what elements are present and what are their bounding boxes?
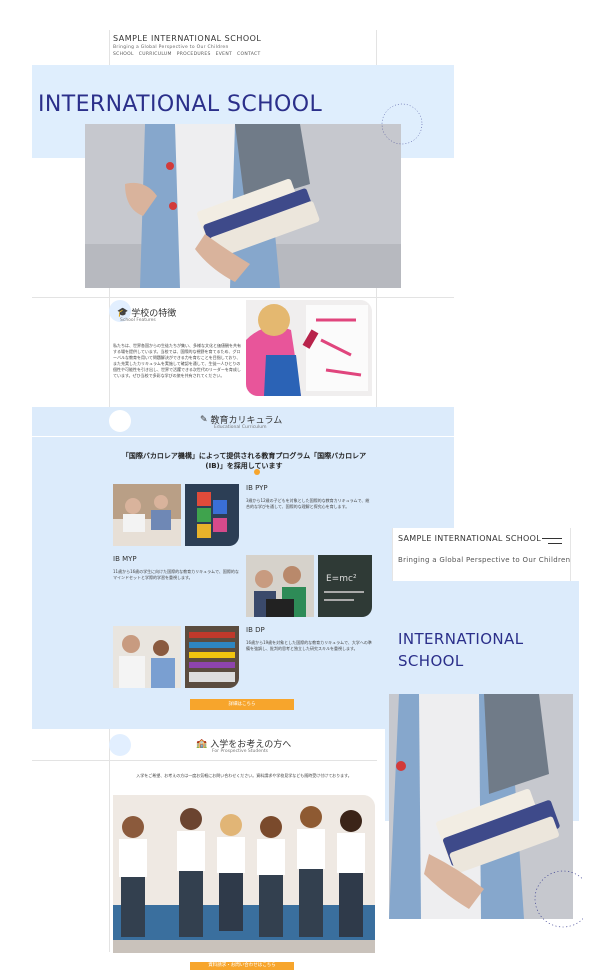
pyp-photo-2	[185, 484, 239, 546]
ib-pyp-desc: 3歳から12歳の子どもを対象とした国際的な教育カリキュラムで、総合的な学びを通し…	[246, 498, 370, 509]
prospective-text: 入学をご希望、お考えの方は一度お気軽にお問い合わせください。資料請求や学校見学な…	[136, 773, 352, 778]
prospective-deco-circle	[109, 734, 131, 756]
hamburger-menu-icon[interactable]	[542, 538, 562, 546]
nav-procedures[interactable]: PROCEDURES	[177, 52, 211, 57]
guide-line-top	[32, 297, 454, 298]
ib-myp-title: IB MYP	[113, 555, 137, 563]
features-text: 私たちは、世界各国からの生徒たちが集い、多様な文化と価値観を共有する場を提供して…	[113, 343, 241, 378]
dp-photo-1	[113, 626, 181, 688]
site-title[interactable]: SAMPLE INTERNATIONAL SCHOOL	[113, 34, 261, 43]
curriculum-details-button[interactable]: 詳細はこちら	[190, 699, 294, 710]
rotating-circle-text	[381, 103, 423, 145]
ib-dp-title: IB DP	[246, 626, 265, 634]
svg-text:E=mc²: E=mc²	[326, 574, 357, 584]
nav-curriculum[interactable]: CURRICULUM	[139, 52, 172, 57]
nav-contact[interactable]: CONTACT	[237, 52, 260, 57]
site-header: SAMPLE INTERNATIONAL SCHOOL Bringing a G…	[113, 34, 261, 50]
hero-photo-student-with-books	[85, 124, 401, 288]
dp-photo-2	[185, 626, 239, 688]
mobile-site-tagline: Bringing a Global Perspective to Our Chi…	[398, 556, 571, 564]
school-building-icon: 🏫	[196, 738, 208, 749]
curriculum-headline: 「国際バカロレア機構」によって提供される教育プログラム「国際バカロレア (IB)…	[121, 452, 367, 470]
nav-school[interactable]: SCHOOL	[113, 52, 134, 57]
pencil-icon: ✎	[200, 414, 208, 425]
mobile-rotating-circle-text	[534, 870, 583, 928]
prospective-photo-children	[113, 795, 375, 953]
prospective-subtitle: For Prospective Students	[212, 749, 268, 754]
myp-photo-2: E=mc²	[318, 555, 372, 617]
guide-line-curriculum	[32, 436, 454, 437]
guide-line-mid	[32, 760, 377, 761]
main-nav: SCHOOL CURRICULUM PROCEDURES EVENT CONTA…	[113, 52, 261, 57]
pyp-photo-1	[113, 484, 181, 546]
mobile-preview: SAMPLE INTERNATIONAL SCHOOL Bringing a G…	[377, 519, 583, 970]
orange-dot-accent	[254, 469, 260, 475]
curriculum-subtitle: Educational Curriculum	[214, 425, 267, 430]
nav-event[interactable]: EVENT	[216, 52, 232, 57]
inquiry-button[interactable]: 資料請求・お問い合わせはこちら	[190, 962, 294, 970]
ib-pyp-title: IB PYP	[246, 484, 268, 492]
features-photo-painting	[246, 300, 372, 396]
curriculum-deco-circle	[109, 410, 131, 432]
ib-myp-desc: 11歳から16歳の学生に向けた国際的な教育カリキュラムで、国際的なマインドセット…	[113, 569, 239, 580]
hero-title: INTERNATIONAL SCHOOL	[38, 92, 323, 117]
mobile-hero-title: INTERNATIONAL SCHOOL	[398, 630, 524, 670]
graduation-cap-icon: 🎓	[117, 307, 129, 318]
mobile-site-title[interactable]: SAMPLE INTERNATIONAL SCHOOL	[398, 534, 541, 544]
features-subtitle: School Features	[120, 318, 156, 323]
myp-photo-1	[246, 555, 314, 617]
site-tagline: Bringing a Global Perspective to Our Chi…	[113, 45, 229, 50]
ib-dp-desc: 16歳から19歳を対象とした国際的な教育カリキュラムで、大学への準備を強調し、批…	[246, 640, 372, 651]
